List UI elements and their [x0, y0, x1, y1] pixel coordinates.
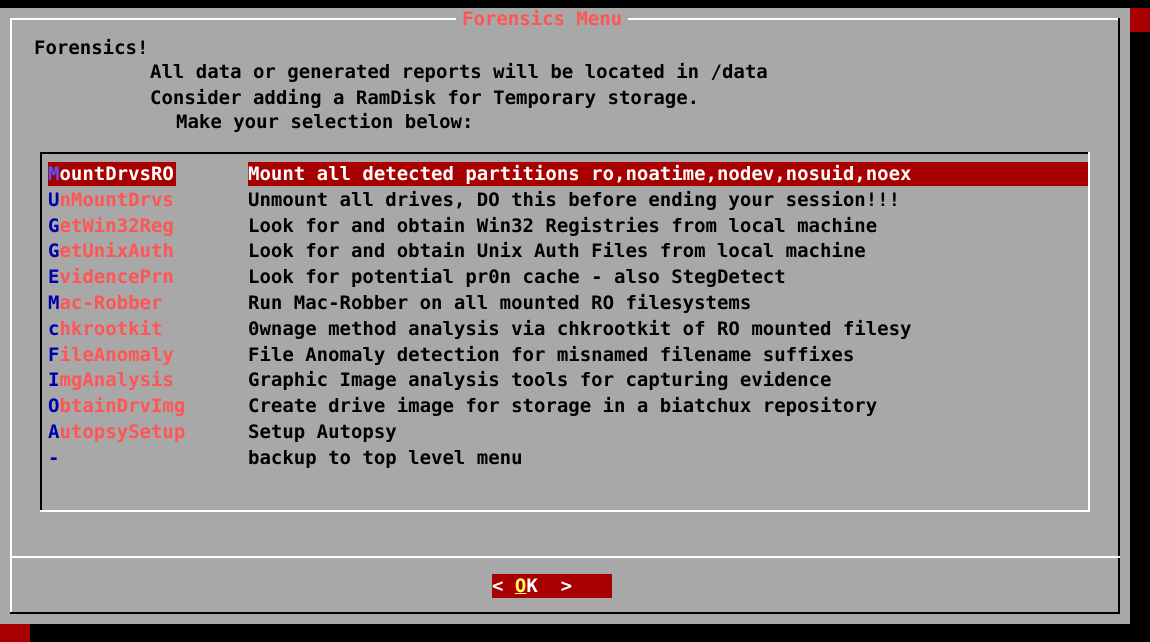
menu-item-description: backup to top level menu: [248, 447, 523, 469]
menu-item-tag-rest: mgAnalysis: [59, 369, 174, 391]
menu-border-left: [40, 152, 42, 512]
terminal-screen: Forensics Menu Forensics! All data or ge…: [0, 0, 1150, 642]
menu-item-tag-rest: ileAnomaly: [59, 344, 174, 366]
menu-item-hotkey: O: [48, 395, 60, 417]
menu-item-hotkey: U: [48, 189, 60, 211]
dialog-shadow-right: [1130, 32, 1150, 642]
intro-heading: Forensics!: [34, 37, 149, 59]
ok-hotkey: O: [514, 575, 527, 597]
ok-bracket-right: >: [537, 575, 573, 597]
menu-item-tag-rest: btainDrvImg: [59, 395, 186, 417]
menu-item-tag-rest: ac-Robber: [59, 292, 163, 314]
menu-item-tag-rest: ountDrvsRO: [59, 163, 174, 185]
menu-item-hotkey: M: [48, 163, 60, 185]
menu-item-description: Create drive image for storage in a biat…: [248, 395, 878, 417]
menu-item-description: Run Mac-Robber on all mounted RO filesys…: [248, 292, 752, 314]
menu-item-hotkey: I: [48, 369, 60, 391]
menu-item[interactable]: GetWin32Reg Look for and obtain Win32 Reg…: [48, 214, 1088, 238]
menu-item-tag-rest: utopsySetup: [59, 421, 186, 443]
menu-item-tag: UnMountDrvs: [48, 188, 174, 212]
menu-item[interactable]: AutopsySetup Setup Autopsy: [48, 420, 1088, 444]
menu-item[interactable]: - backup to top level menu: [48, 446, 1088, 470]
menu-item-hotkey: -: [48, 447, 60, 469]
menu-item[interactable]: ImgAnalysis Graphic Image analysis tools …: [48, 368, 1088, 392]
menu-item-tag: FileAnomaly: [48, 343, 174, 367]
menu-item-tag-rest: etWin32Reg: [59, 215, 174, 237]
menu-item-description: Mount all detected partitions ro,noatime…: [248, 162, 1088, 186]
ok-bracket-left: <: [492, 575, 515, 597]
menu-item-hotkey: G: [48, 240, 60, 262]
menu-item-tag: ImgAnalysis: [48, 368, 174, 392]
menu-border-bottom: [40, 510, 1090, 512]
menu-item[interactable]: EvidencePrn Look for potential pr0n cache…: [48, 265, 1088, 289]
menu-item-tag: -: [48, 446, 59, 470]
menu-item-description: File Anomaly detection for misnamed file…: [248, 344, 855, 366]
dialog-border-bottom: [10, 612, 1120, 614]
dialog-shadow-bottom: [30, 624, 1130, 642]
menu-item[interactable]: MountDrvsRO Mount all detected partitions…: [48, 162, 1088, 186]
menu-item-description: Setup Autopsy: [248, 421, 397, 443]
menu-item-tag-rest: nMountDrvs: [59, 189, 174, 211]
menu-item-hotkey: M: [48, 292, 60, 314]
intro-ramdisk-hint: Consider adding a RamDisk for Temporary …: [150, 87, 700, 109]
menu-item-description: Graphic Image analysis tools for capturi…: [248, 369, 832, 391]
menu-item-description: Look for and obtain Unix Auth Files from…: [248, 240, 866, 262]
menu-item[interactable]: chkrootkit 0wnage method analysis via chk…: [48, 317, 1088, 341]
menu-item-hotkey: E: [48, 266, 60, 288]
dialog-border-left: [10, 18, 12, 614]
intro-prompt: Make your selection below:: [176, 111, 474, 133]
dialog-border-right: [1118, 18, 1120, 614]
shadow-accent: [1130, 8, 1150, 32]
menu-item-tag: chkrootkit: [48, 317, 162, 341]
menu-item-tag: AutopsySetup: [48, 420, 185, 444]
menu-item[interactable]: ObtainDrvImg Create drive image for stora…: [48, 394, 1088, 418]
menu-border-right: [1088, 152, 1090, 512]
menu-item-tag-rest: etUnixAuth: [59, 240, 174, 262]
menu-border-top: [40, 152, 1090, 154]
ok-label: K: [526, 575, 538, 597]
menu-item[interactable]: UnMountDrvs Unmount all drives, DO this b…: [48, 188, 1088, 212]
menu-item-tag: Mac-Robber: [48, 291, 162, 315]
menu-item-hotkey: A: [48, 421, 60, 443]
menu-item-description: Look for and obtain Win32 Registries fro…: [248, 215, 878, 237]
dialog-title: Forensics Menu: [456, 8, 629, 30]
menu-item[interactable]: FileAnomaly File Anomaly detection for mi…: [48, 343, 1088, 367]
shadow-accent-bottom: [0, 624, 30, 642]
menu-item-tag: ObtainDrvImg: [48, 394, 185, 418]
intro-data-location: All data or generated reports will be lo…: [150, 61, 768, 83]
menu-item-hotkey: c: [48, 318, 60, 340]
ok-button[interactable]: < OK >: [492, 574, 612, 598]
menu-item-tag: EvidencePrn: [48, 265, 174, 289]
menu-item-hotkey: F: [48, 344, 60, 366]
menu-item[interactable]: Mac-Robber Run Mac-Robber on all mounted …: [48, 291, 1088, 315]
menu-item[interactable]: GetUnixAuth Look for and obtain Unix Auth…: [48, 239, 1088, 263]
menu-item-description: Unmount all drives, DO this before endin…: [248, 189, 901, 211]
menu-item-tag-rest: videncePrn: [59, 266, 174, 288]
menu-item-tag: MountDrvsRO: [48, 162, 176, 186]
menu-item-description: Look for potential pr0n cache - also Ste…: [248, 266, 786, 288]
menu-item-tag: GetUnixAuth: [48, 239, 174, 263]
menu-item-description: 0wnage method analysis via chkrootkit of…: [248, 318, 912, 340]
button-separator: [10, 556, 1120, 558]
menu-item-tag: GetWin32Reg: [48, 214, 174, 238]
menu-item-hotkey: G: [48, 215, 60, 237]
menu-item-tag-rest: hkrootkit: [59, 318, 163, 340]
